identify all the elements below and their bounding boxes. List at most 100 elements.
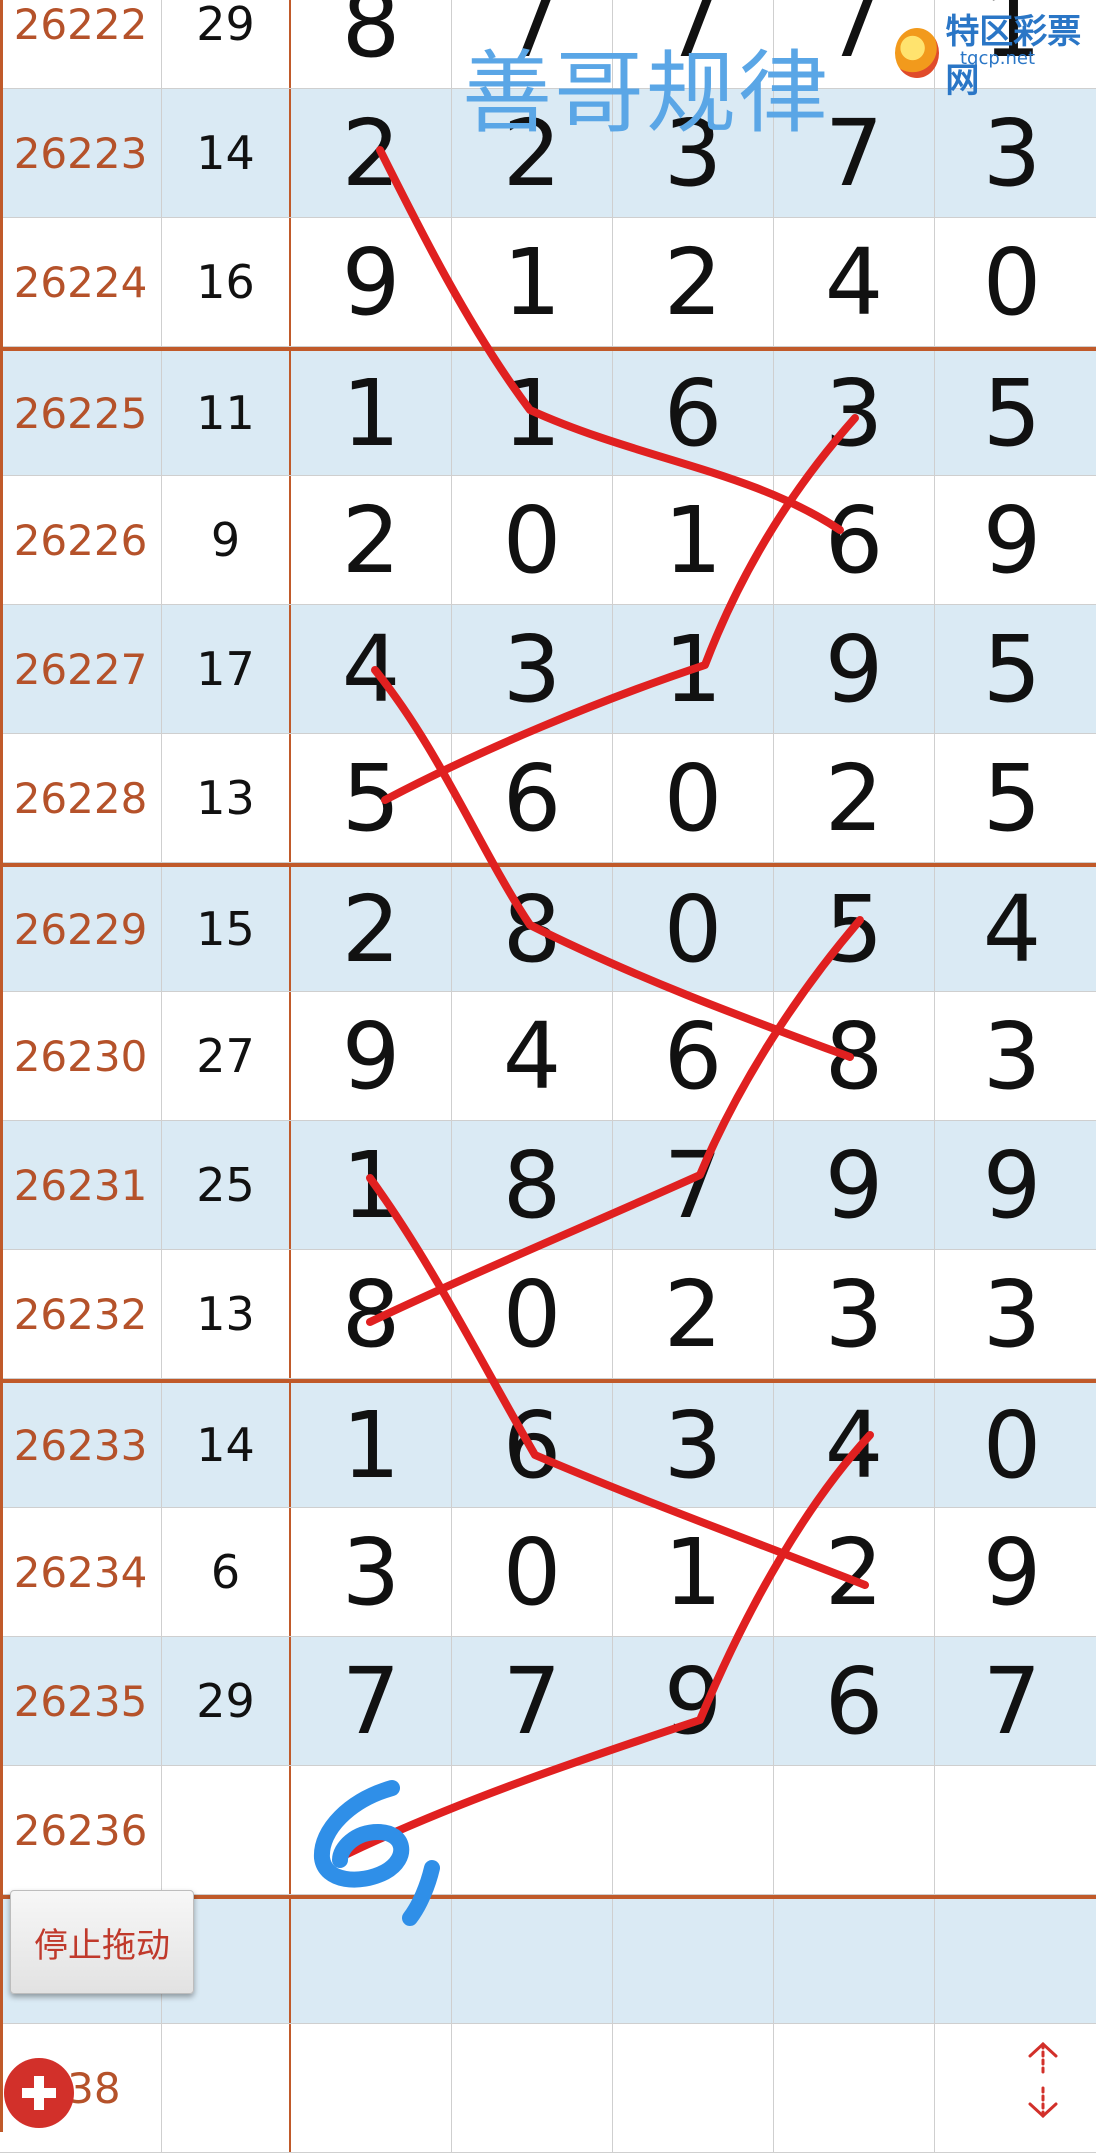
digit-cell: 9	[613, 1637, 774, 1765]
digit-cell: 9	[291, 992, 452, 1120]
table-row: 26227 17 4 3 1 9 5	[0, 605, 1096, 734]
sum-value: 14	[162, 1383, 291, 1507]
add-button[interactable]	[4, 2058, 74, 2128]
digit-cell: 4	[291, 605, 452, 733]
sum-value: 17	[162, 605, 291, 733]
period-number: 26225	[0, 351, 162, 475]
table-row: 26226 9 2 0 1 6 9	[0, 476, 1096, 605]
digit-cell	[452, 1766, 613, 1894]
table-row: 26229 15 2 8 0 5 4	[0, 863, 1096, 992]
table-row: 26224 16 9 1 2 4 0	[0, 218, 1096, 347]
table-row: 26233 14 1 6 3 4 0	[0, 1379, 1096, 1508]
digit-cell: 9	[982, 1131, 1042, 1239]
sum-value	[162, 1766, 291, 1894]
digit-cell: 8	[774, 992, 935, 1120]
plus-icon	[22, 2076, 56, 2110]
sum-value: 14	[162, 89, 291, 217]
digit-cell: 2	[774, 1508, 935, 1636]
digit-cell: 4	[982, 875, 1042, 983]
digit-cell: 3	[774, 351, 935, 475]
period-number: 26236	[0, 1766, 162, 1894]
watermark-text: 善哥规律	[462, 41, 830, 146]
period-number: 26229	[0, 867, 162, 991]
digit-cell: 2	[291, 89, 452, 217]
period-number: 26230	[0, 992, 162, 1120]
sum-value: 9	[162, 476, 291, 604]
digit-cell: 9	[982, 1518, 1042, 1626]
sum-value: 15	[162, 867, 291, 991]
digit-cell: 5	[982, 359, 1042, 467]
digit-cell: 1	[291, 351, 452, 475]
scroll-arrows-icon[interactable]	[1018, 2040, 1068, 2120]
digit-cell: 7	[613, 1121, 774, 1249]
digit-cell: 5	[774, 867, 935, 991]
sum-value: 27	[162, 992, 291, 1120]
period-number: 26222	[0, 0, 162, 88]
digit-cell: 1	[291, 1121, 452, 1249]
logo-url: tqcp.net	[960, 48, 1036, 69]
sum-value: 16	[162, 218, 291, 346]
sum-value: 6	[162, 1508, 291, 1636]
digit-cell: 4	[774, 1383, 935, 1507]
digit-cell: 9	[774, 1121, 935, 1249]
digit-cell	[935, 1899, 1089, 2023]
period-number: 26232	[0, 1250, 162, 1378]
digit-cell: 8	[452, 867, 613, 991]
digit-cell: 2	[613, 1250, 774, 1378]
digit-cell	[613, 2024, 774, 2152]
period-number: 26224	[0, 218, 162, 346]
digit-cell: 1	[291, 1383, 452, 1507]
digit-cell: 6	[452, 1383, 613, 1507]
period-number: 26233	[0, 1383, 162, 1507]
stop-drag-button[interactable]: 停止拖动	[10, 1890, 194, 1994]
digit-cell: 7	[291, 1637, 452, 1765]
digit-cell: 1	[613, 476, 774, 604]
digit-cell: 2	[774, 734, 935, 862]
period-number: 26235	[0, 1637, 162, 1765]
digit-cell	[774, 1766, 935, 1894]
digit-cell: 7	[452, 1637, 613, 1765]
table-row: 26234 6 3 0 1 2 9	[0, 1508, 1096, 1637]
digit-cell: 9	[291, 218, 452, 346]
sum-value: 25	[162, 1121, 291, 1249]
digit-cell: 1	[452, 218, 613, 346]
digit-cell: 6	[774, 476, 935, 604]
table-row: 26235 29 7 7 9 6 7	[0, 1637, 1096, 1766]
lottery-history-table: 26222 29 8 7 7 7 1 26223 14 2 2 3 7 3 26224 16 9 1 2 4 0 2622…	[0, 0, 1096, 2153]
digit-cell	[774, 2024, 935, 2152]
digit-cell	[452, 1899, 613, 2023]
digit-cell: 6	[452, 734, 613, 862]
digit-cell: 6	[774, 1637, 935, 1765]
table-row: 238	[0, 2024, 1096, 2153]
table-row: 26228 13 5 6 0 2 5	[0, 734, 1096, 863]
period-number: 26226	[0, 476, 162, 604]
sum-value	[162, 2024, 291, 2152]
digit-cell: 1	[613, 1508, 774, 1636]
digit-cell: 3	[291, 1508, 452, 1636]
digit-cell: 5	[982, 615, 1042, 723]
table-row: 26236	[0, 1766, 1096, 1895]
period-number: 26227	[0, 605, 162, 733]
period-number: 26234	[0, 1508, 162, 1636]
digit-cell: 5	[291, 734, 452, 862]
digit-cell: 4	[452, 992, 613, 1120]
logo-icon	[895, 28, 940, 78]
period-number: 26231	[0, 1121, 162, 1249]
sum-value: 29	[162, 1637, 291, 1765]
digit-cell: 8	[291, 1250, 452, 1378]
sum-value: 13	[162, 734, 291, 862]
sum-value: 13	[162, 1250, 291, 1378]
digit-cell	[291, 1766, 452, 1894]
digit-cell: 0	[613, 867, 774, 991]
table-left-border	[0, 0, 3, 2132]
digit-cell	[613, 1766, 774, 1894]
digit-cell: 6	[613, 992, 774, 1120]
digit-cell: 9	[774, 605, 935, 733]
digit-cell: 3	[613, 1383, 774, 1507]
digit-cell: 8	[291, 0, 452, 88]
digit-cell: 1	[452, 351, 613, 475]
digit-cell: 2	[291, 867, 452, 991]
digit-cell	[452, 2024, 613, 2152]
table-row: 26230 27 9 4 6 8 3	[0, 992, 1096, 1121]
digit-cell	[613, 1899, 774, 2023]
